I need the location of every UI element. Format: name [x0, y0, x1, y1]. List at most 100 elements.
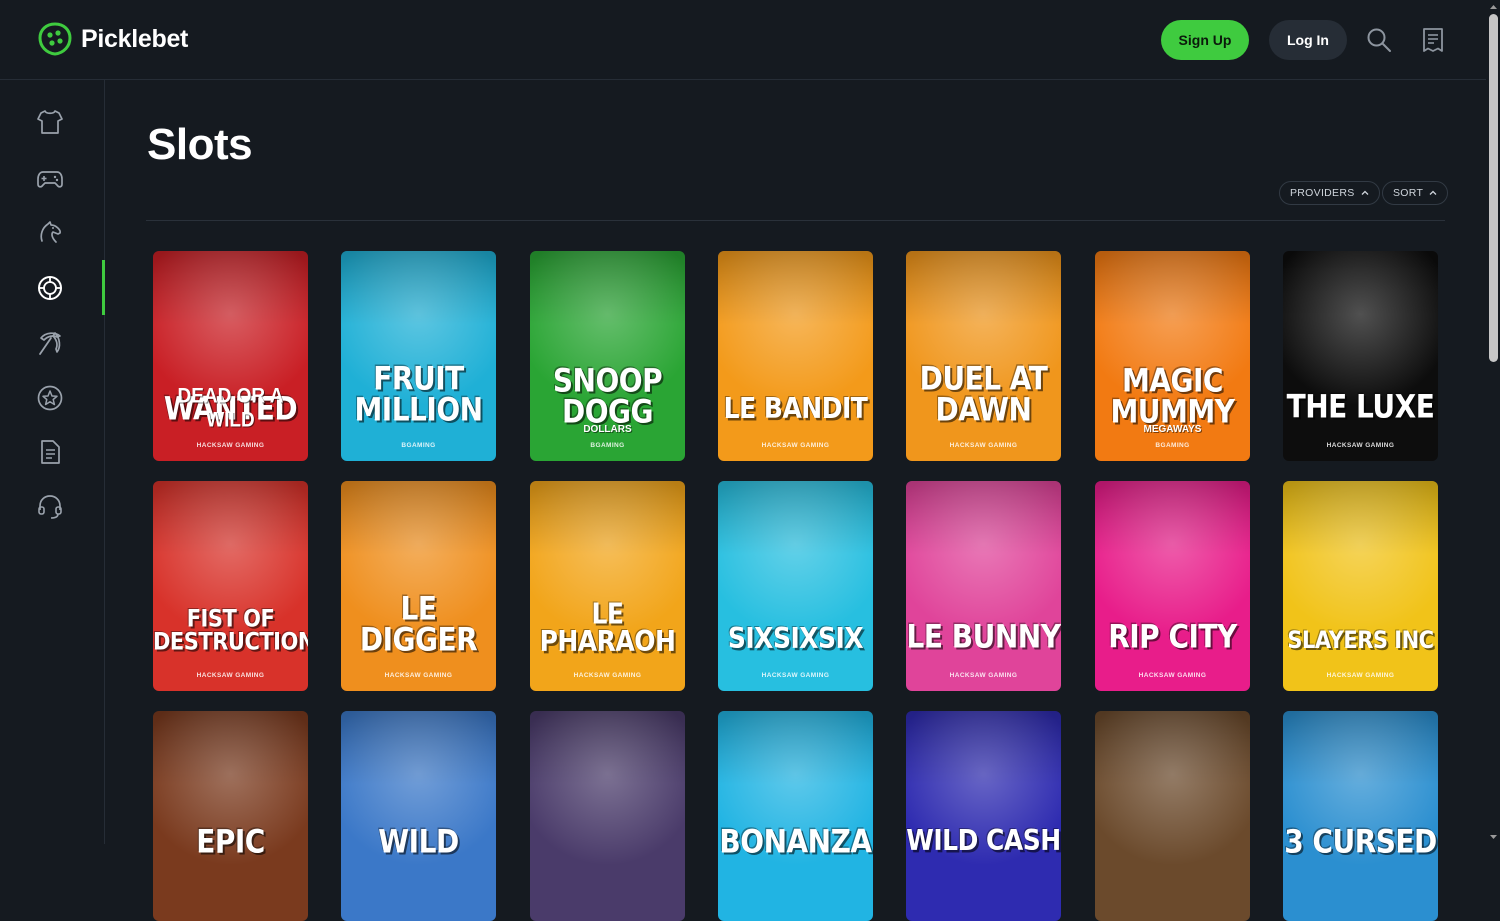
casino-chip-icon[interactable] [36, 274, 64, 302]
game-title: FRUIT MILLION [354, 359, 483, 428]
game-artwork [718, 711, 873, 921]
game-studio: BGAMING [401, 442, 436, 449]
game-title: LE BANDIT [723, 392, 868, 426]
game-title: LE BUNNY [906, 617, 1061, 656]
game-subtitle: MEGAWAYS [1143, 424, 1202, 435]
top-bar: Picklebet Sign Up Log In [0, 0, 1486, 80]
game-card[interactable]: LE DIGGER HACKSAW GAMING [341, 481, 496, 691]
star-circle-icon[interactable] [36, 384, 64, 412]
page-title: Slots [147, 120, 253, 169]
providers-label: PROVIDERS [1290, 187, 1355, 199]
game-title: RIP CITY [1108, 617, 1237, 656]
header-divider [146, 220, 1445, 221]
game-studio: HACKSAW GAMING [1326, 672, 1395, 679]
log-in-button[interactable]: Log In [1269, 20, 1347, 60]
chevron-up-icon [1429, 190, 1437, 195]
game-studio: HACKSAW GAMING [196, 442, 265, 449]
game-title: SNOOP DOGG [552, 361, 663, 430]
game-card[interactable]: WILD CASH [906, 711, 1061, 921]
document-icon[interactable] [36, 438, 64, 466]
game-title: LE PHARAOH [539, 596, 676, 658]
game-artwork [341, 251, 496, 461]
game-artwork [718, 481, 873, 691]
game-card[interactable]: WILD [341, 711, 496, 921]
game-card[interactable]: RIP CITY HACKSAW GAMING [1095, 481, 1250, 691]
game-title: MAGIC MUMMY [1110, 361, 1235, 430]
game-title: BONANZA [719, 822, 872, 861]
game-artwork [1095, 711, 1250, 921]
sort-filter[interactable]: SORT [1382, 181, 1449, 205]
game-title: LE DIGGER [359, 589, 478, 658]
game-studio: HACKSAW GAMING [1326, 442, 1395, 449]
game-card[interactable]: MAGIC MUMMY MEGAWAYS BGAMING [1095, 251, 1250, 461]
pickle-logo-icon [38, 22, 72, 56]
game-card[interactable]: SNOOP DOGG DOLLARS BGAMING [530, 251, 685, 461]
game-card[interactable]: EPIC [153, 711, 308, 921]
game-artwork [906, 251, 1061, 461]
game-title: FIST OF DESTRUCTION [153, 604, 308, 656]
game-studio: BGAMING [590, 442, 625, 449]
game-artwork [1283, 251, 1438, 461]
search-icon[interactable] [1365, 26, 1393, 54]
game-title: DUEL AT DAWN [919, 359, 1048, 428]
game-subtitle: DEAD OR A WILD [177, 384, 284, 433]
horse-icon[interactable] [36, 219, 64, 247]
game-title: WILD [378, 822, 459, 861]
game-card[interactable]: DUEL AT DAWN HACKSAW GAMING [906, 251, 1061, 461]
game-studio: HACKSAW GAMING [949, 672, 1018, 679]
brand-logo[interactable]: Picklebet [38, 22, 188, 56]
game-studio: BGAMING [1155, 442, 1190, 449]
game-studio: HACKSAW GAMING [1138, 672, 1207, 679]
sort-label: SORT [1393, 187, 1424, 199]
game-card[interactable] [530, 711, 685, 921]
game-subtitle: DOLLARS [583, 424, 632, 435]
game-studio: HACKSAW GAMING [761, 672, 830, 679]
game-studio: HACKSAW GAMING [384, 672, 453, 679]
game-artwork [906, 711, 1061, 921]
game-artwork [530, 711, 685, 921]
game-title: WILD CASH [906, 823, 1061, 858]
pickaxe-icon[interactable] [36, 329, 64, 357]
game-artwork [906, 481, 1061, 691]
game-studio: HACKSAW GAMING [573, 672, 642, 679]
providers-filter[interactable]: PROVIDERS [1279, 181, 1380, 205]
betslip-icon[interactable] [1419, 26, 1447, 54]
game-card[interactable]: FIST OF DESTRUCTION HACKSAW GAMING [153, 481, 308, 691]
chevron-up-icon [1361, 190, 1369, 195]
game-artwork [1095, 481, 1250, 691]
game-card[interactable]: LE BUNNY HACKSAW GAMING [906, 481, 1061, 691]
jersey-icon[interactable] [36, 108, 64, 136]
game-card[interactable]: SIXSIXSIX HACKSAW GAMING [718, 481, 873, 691]
game-card[interactable]: LE BANDIT HACKSAW GAMING [718, 251, 873, 461]
game-card[interactable] [1095, 711, 1250, 921]
game-card[interactable]: WANTED DEAD OR A WILD HACKSAW GAMING [153, 251, 308, 461]
game-studio: HACKSAW GAMING [761, 442, 830, 449]
game-title: SIXSIXSIX [727, 622, 864, 656]
game-artwork [153, 711, 308, 921]
sidebar-active-indicator [102, 260, 105, 315]
game-artwork [341, 711, 496, 921]
game-card[interactable]: LE PHARAOH HACKSAW GAMING [530, 481, 685, 691]
game-card[interactable]: SLAYERS INC HACKSAW GAMING [1283, 481, 1438, 691]
game-card[interactable]: THE LUXE HACKSAW GAMING [1283, 251, 1438, 461]
brand-name: Picklebet [81, 24, 189, 53]
game-card[interactable]: 3 CURSED [1283, 711, 1438, 921]
scrollbar-thumb[interactable] [1489, 14, 1498, 362]
game-artwork [153, 481, 308, 691]
game-title: THE LUXE [1286, 387, 1435, 426]
game-artwork [341, 481, 496, 691]
scroll-down-arrow-icon[interactable] [1489, 833, 1498, 841]
game-title: 3 CURSED [1284, 822, 1437, 861]
game-artwork [718, 251, 873, 461]
game-artwork [1283, 711, 1438, 921]
game-title: SLAYERS INC [1287, 626, 1434, 654]
game-studio: HACKSAW GAMING [196, 672, 265, 679]
game-artwork [1283, 481, 1438, 691]
headset-icon[interactable] [36, 493, 64, 521]
scroll-up-arrow-icon[interactable] [1489, 3, 1498, 11]
game-card[interactable]: FRUIT MILLION BGAMING [341, 251, 496, 461]
gamepad-icon[interactable] [36, 165, 64, 193]
game-card[interactable]: BONANZA [718, 711, 873, 921]
game-title: EPIC [196, 822, 265, 861]
sign-up-button[interactable]: Sign Up [1161, 20, 1249, 60]
